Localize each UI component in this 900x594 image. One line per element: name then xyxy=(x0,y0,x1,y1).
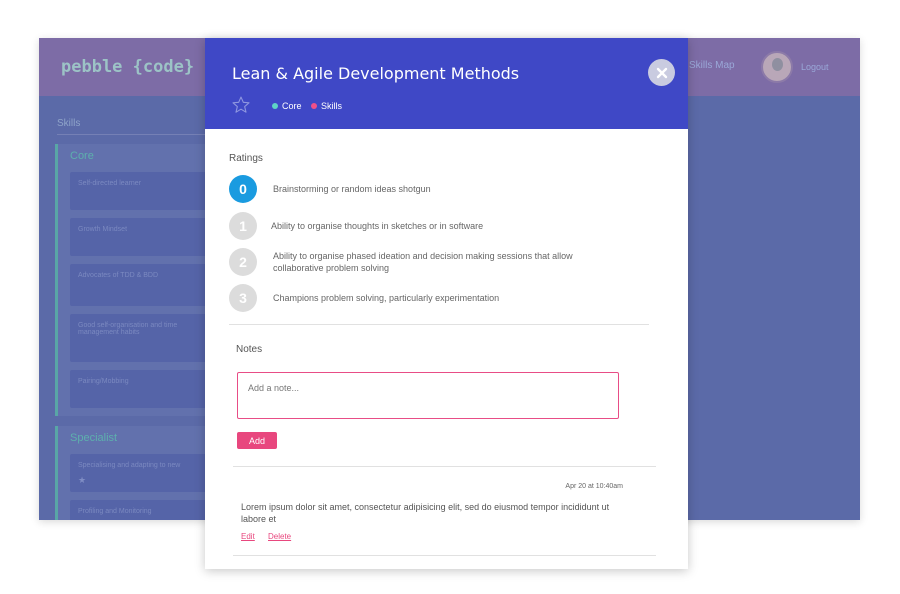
rating-description: Ability to organise phased ideation and … xyxy=(273,251,573,273)
divider xyxy=(233,555,656,556)
skill-card-label: Growth Mindset xyxy=(78,226,128,233)
divider xyxy=(57,134,207,135)
skill-card-label: Self-directed learner xyxy=(78,180,142,187)
rating-description: Ability to organise thoughts in sketches… xyxy=(271,221,484,231)
skill-card-label: Pairing/Mobbing xyxy=(78,378,129,385)
app-logo[interactable]: pebble {code} xyxy=(61,57,194,77)
modal-header: Lean & Agile Development Methods Core Sk… xyxy=(205,38,688,129)
favorite-star-icon[interactable] xyxy=(231,95,251,115)
nav-link-skills-map[interactable]: Skills Map xyxy=(689,60,735,71)
skill-card[interactable]: Growth Mindset xyxy=(70,218,208,256)
ratings-heading: Ratings xyxy=(229,153,263,164)
skill-card[interactable]: Pairing/Mobbing xyxy=(70,370,208,408)
nav-link-logout[interactable]: Logout xyxy=(801,62,829,72)
rating-option-1[interactable]: 1 Ability to organise thoughts in sketch… xyxy=(229,212,649,240)
skill-card[interactable]: Advocates of TDD & BDD xyxy=(70,264,208,306)
edit-note-link[interactable]: Edit xyxy=(241,532,255,541)
note-input[interactable] xyxy=(237,372,619,419)
divider xyxy=(229,324,649,325)
rating-level-badge: 0 xyxy=(229,175,257,203)
skills-heading: Skills xyxy=(57,118,81,129)
skill-card[interactable]: Self-directed learner xyxy=(70,172,208,210)
avatar[interactable] xyxy=(761,51,793,83)
skill-group-title: Specialist xyxy=(70,432,118,444)
notes-heading: Notes xyxy=(236,344,263,355)
note-text: Lorem ipsum dolor sit amet, consectetur … xyxy=(241,502,610,524)
rating-option-2[interactable]: 2 Ability to organise phased ideation an… xyxy=(229,248,649,276)
skill-card-label: Specialising and adapting to new xyxy=(78,462,181,469)
rating-level-badge: 1 xyxy=(229,212,257,240)
delete-note-link[interactable]: Delete xyxy=(268,532,291,541)
skill-group-core: Core Self-directed learner Growth Mindse… xyxy=(55,144,209,416)
rating-option-0[interactable]: 0 Brainstorming or random ideas shotgun xyxy=(229,175,649,203)
tag-label: Skills xyxy=(321,101,343,111)
skill-card-label: Profiling and Monitoring xyxy=(78,508,152,515)
skill-group-title: Core xyxy=(70,150,94,162)
tag-label: Core xyxy=(282,101,302,111)
skill-card[interactable]: Good self-organisation and time manageme… xyxy=(70,314,208,362)
rating-level-badge: 2 xyxy=(229,248,257,276)
tag-dot xyxy=(311,103,317,109)
tag-skills: Skills xyxy=(311,101,342,111)
modal-title: Lean & Agile Development Methods xyxy=(232,64,520,83)
rating-description: Brainstorming or random ideas shotgun xyxy=(273,184,431,194)
divider xyxy=(233,466,656,467)
skill-card[interactable]: Specialising and adapting to new ★ xyxy=(70,454,208,492)
close-icon xyxy=(656,67,667,78)
close-button[interactable] xyxy=(648,59,675,86)
skill-card[interactable]: Profiling and Monitoring xyxy=(70,500,208,520)
skill-card-label: Advocates of TDD & BDD xyxy=(78,272,159,279)
rating-option-3[interactable]: 3 Champions problem solving, particularl… xyxy=(229,284,649,312)
rating-description: Champions problem solving, particularly … xyxy=(273,293,500,303)
note-timestamp: Apr 20 at 10:40am xyxy=(565,483,623,490)
tag-core: Core xyxy=(272,101,302,111)
rating-level-badge: 3 xyxy=(229,284,257,312)
skill-card-label: Good self-organisation and time manageme… xyxy=(78,322,178,336)
star-icon: ★ xyxy=(78,475,87,485)
skill-group-specialist: Specialist Specialising and adapting to … xyxy=(55,426,209,520)
skill-detail-modal: Lean & Agile Development Methods Core Sk… xyxy=(205,38,688,569)
add-note-button[interactable]: Add xyxy=(237,432,277,449)
tag-dot xyxy=(272,103,278,109)
